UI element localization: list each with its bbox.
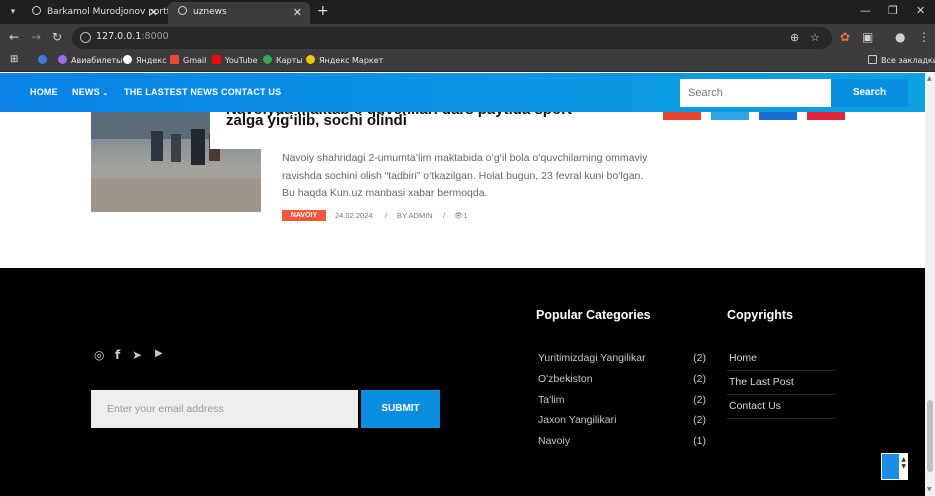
tab-portfolio[interactable]: Barkamol Murodjonov portfolio ✕	[22, 2, 186, 24]
bookmark-youtube[interactable]: YouTube	[212, 55, 258, 65]
site-navbar: HOME NEWS ⌄ THE LASTEST NEWS CONTACT US …	[0, 73, 925, 112]
restore-icon[interactable]: ❐	[888, 4, 898, 17]
nav-latest-news[interactable]: THE LASTEST NEWS	[124, 87, 218, 97]
post-views: 👁1	[454, 211, 468, 220]
popular-categories-title: Popular Categories	[536, 308, 651, 322]
footer-link-last-post[interactable]: The Last Post	[727, 371, 835, 395]
page-viewport: Navoiyda maktab o‘quvchilari dars paytid…	[0, 73, 925, 496]
category-badge[interactable]: NAVOIY	[282, 210, 326, 221]
bookmark-yandex[interactable]: Яндекс	[123, 55, 166, 65]
scroll-down-icon[interactable]: ▼	[927, 486, 932, 493]
close-icon[interactable]: ✕	[293, 2, 302, 23]
extension-icon[interactable]: ✿	[840, 30, 850, 44]
minimize-icon[interactable]: —	[860, 4, 871, 17]
tab-title: uznews	[193, 7, 227, 17]
scroll-up-icon[interactable]: ▲	[927, 75, 932, 82]
footer-link-contact[interactable]: Contact Us	[727, 395, 835, 419]
bookmark-market[interactable]: Яндекс Маркет	[306, 55, 383, 65]
tab-search-icon[interactable]: ▾	[5, 4, 21, 20]
reload-icon[interactable]: ↻	[52, 30, 62, 44]
bookmark-folder-icon[interactable]	[38, 55, 51, 65]
youtube-icon[interactable]: ▶	[155, 348, 163, 359]
apps-grid-icon[interactable]: ⊞	[10, 54, 18, 65]
category-item[interactable]: Jaxon Yangilikari (2)	[538, 414, 708, 434]
youtube-icon	[212, 55, 221, 64]
folder-icon	[868, 55, 877, 64]
bookmark-star-icon[interactable]: ☆	[810, 31, 820, 44]
tab-title: Barkamol Murodjonov portfolio	[47, 7, 186, 17]
market-icon	[306, 55, 315, 64]
copyrights-title: Copyrights	[727, 308, 793, 322]
eye-icon: 👁	[454, 211, 464, 220]
bookmark-avia[interactable]: Авиабилеты	[58, 55, 122, 65]
url-text: 127.0.0.1:8000	[96, 31, 169, 42]
zoom-icon[interactable]: ⊕	[790, 31, 799, 44]
gmail-icon	[170, 55, 179, 64]
browser-toolbar: ← → ↻ 127.0.0.1:8000 ⊕ ☆ ✿ ▣ ● ⋮	[0, 24, 935, 52]
footer-link-home[interactable]: Home	[727, 347, 835, 371]
nav-home[interactable]: HOME	[30, 87, 58, 97]
bookmarks-bar: ⊞ Авиабилеты Яндекс Gmail YouTube Карты …	[0, 52, 935, 72]
category-item[interactable]: Yuritimizdagi Yangilikar (2)	[538, 352, 708, 372]
profile-avatar-icon[interactable]: ●	[895, 30, 905, 44]
address-bar[interactable]: 127.0.0.1:8000 ⊕ ☆	[72, 27, 832, 49]
search-button[interactable]: Search	[831, 79, 908, 107]
post-excerpt: Navoiy shahridagi 2-umumta’lim maktabida…	[282, 152, 648, 199]
chevron-up-icon: ▲	[901, 456, 906, 463]
nav-contact[interactable]: CONTACT US	[221, 87, 281, 97]
yandex-icon	[123, 55, 132, 64]
back-icon[interactable]: ←	[9, 30, 19, 44]
close-icon[interactable]: ✕	[149, 2, 158, 23]
forward-icon[interactable]: →	[31, 30, 41, 44]
facebook-icon[interactable]: f	[115, 348, 120, 362]
chevron-down-icon: ▼	[901, 463, 906, 470]
extensions-puzzle-icon[interactable]: ▣	[862, 30, 873, 44]
window-close-icon[interactable]: ✕	[916, 4, 925, 17]
globe-icon	[178, 6, 187, 15]
new-tab-icon[interactable]: +	[317, 3, 329, 19]
tab-uznews[interactable]: uznews ✕	[168, 2, 310, 24]
category-item[interactable]: Ta'lim (2)	[538, 394, 708, 414]
category-item[interactable]: O'zbekiston (2)	[538, 373, 708, 393]
nav-news[interactable]: NEWS ⌄	[72, 87, 109, 97]
email-field[interactable]	[91, 390, 358, 428]
category-item[interactable]: Navoiy (1)	[538, 435, 708, 455]
site-footer: ◎ f ➤ ▶ SUBMIT Popular Categories Yuriti…	[0, 268, 925, 496]
scroll-to-top-button[interactable]: ▲ ▼	[881, 453, 908, 480]
browser-tab-bar: ▾ Barkamol Murodjonov portfolio ✕ uznews…	[0, 0, 935, 24]
meta-separator: /	[443, 211, 446, 220]
submit-button[interactable]: SUBMIT	[361, 390, 440, 428]
globe-icon	[58, 55, 67, 64]
page-scrollbar[interactable]: ▲ ▼	[925, 73, 935, 496]
scrollbar-thumb[interactable]	[927, 400, 933, 472]
maps-icon	[263, 55, 272, 64]
instagram-icon[interactable]: ◎	[94, 348, 104, 362]
globe-icon	[32, 6, 41, 15]
bookmark-maps[interactable]: Карты	[263, 55, 303, 65]
menu-dots-icon[interactable]: ⋮	[918, 30, 930, 44]
post-date: 24.02.2024	[335, 211, 373, 220]
telegram-icon[interactable]: ➤	[132, 348, 142, 362]
post-title[interactable]: zalga yig‘ilib, sochi olindi	[226, 111, 636, 131]
search-input[interactable]	[680, 79, 831, 107]
bookmark-gmail[interactable]: Gmail	[170, 55, 206, 65]
site-info-icon[interactable]	[80, 32, 91, 43]
chevron-down-icon: ⌄	[102, 90, 109, 97]
meta-separator: /	[385, 211, 388, 220]
all-bookmarks[interactable]: Все закладки	[868, 55, 935, 65]
post-author[interactable]: BY ADMIN	[397, 211, 433, 220]
